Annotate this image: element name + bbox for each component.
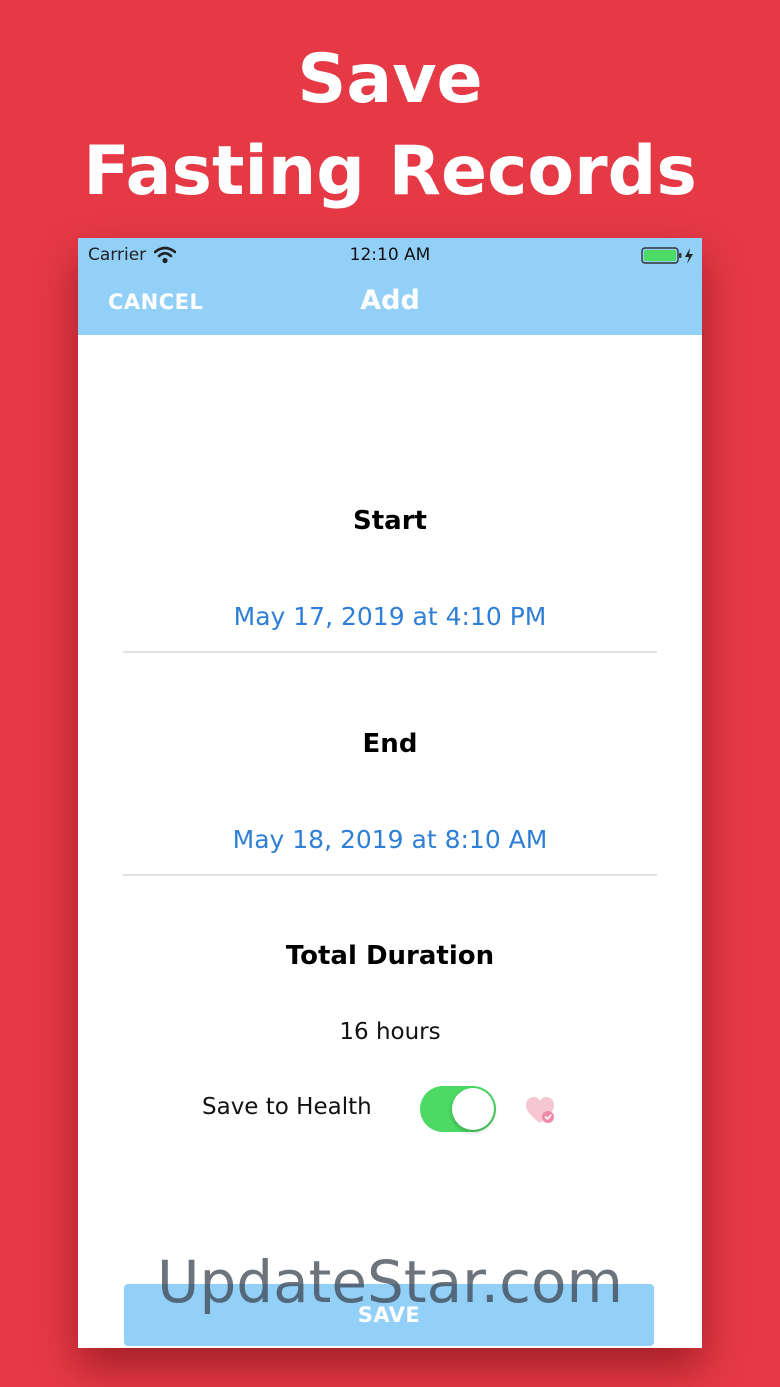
status-time: 12:10 AM — [349, 245, 431, 265]
page-title: Add — [360, 285, 420, 316]
end-label: End — [362, 729, 418, 759]
total-duration-label: Total Duration — [285, 941, 495, 971]
phone-screen: Carrier 12:10 AM CANCEL Add Start May 17… — [78, 238, 702, 1348]
save-to-health-toggle[interactable] — [420, 1086, 496, 1132]
end-divider — [123, 874, 657, 876]
health-heart-icon — [526, 1097, 554, 1123]
end-date-picker[interactable]: May 18, 2019 at 8:10 AM — [78, 825, 702, 854]
toggle-knob — [452, 1088, 494, 1130]
watermark: UpdateStar.com — [157, 1248, 623, 1316]
battery-icon — [641, 247, 693, 264]
navigation-bar: Carrier 12:10 AM CANCEL Add — [78, 238, 702, 335]
start-label: Start — [353, 506, 427, 536]
start-date-picker[interactable]: May 17, 2019 at 4:10 PM — [78, 602, 702, 631]
promo-title-line-2: Fasting Records — [83, 132, 697, 211]
save-to-health-label: Save to Health — [202, 1094, 372, 1120]
total-duration-value: 16 hours — [339, 1019, 441, 1045]
promo-title-line-1: Save — [297, 40, 483, 119]
start-divider — [123, 651, 657, 653]
